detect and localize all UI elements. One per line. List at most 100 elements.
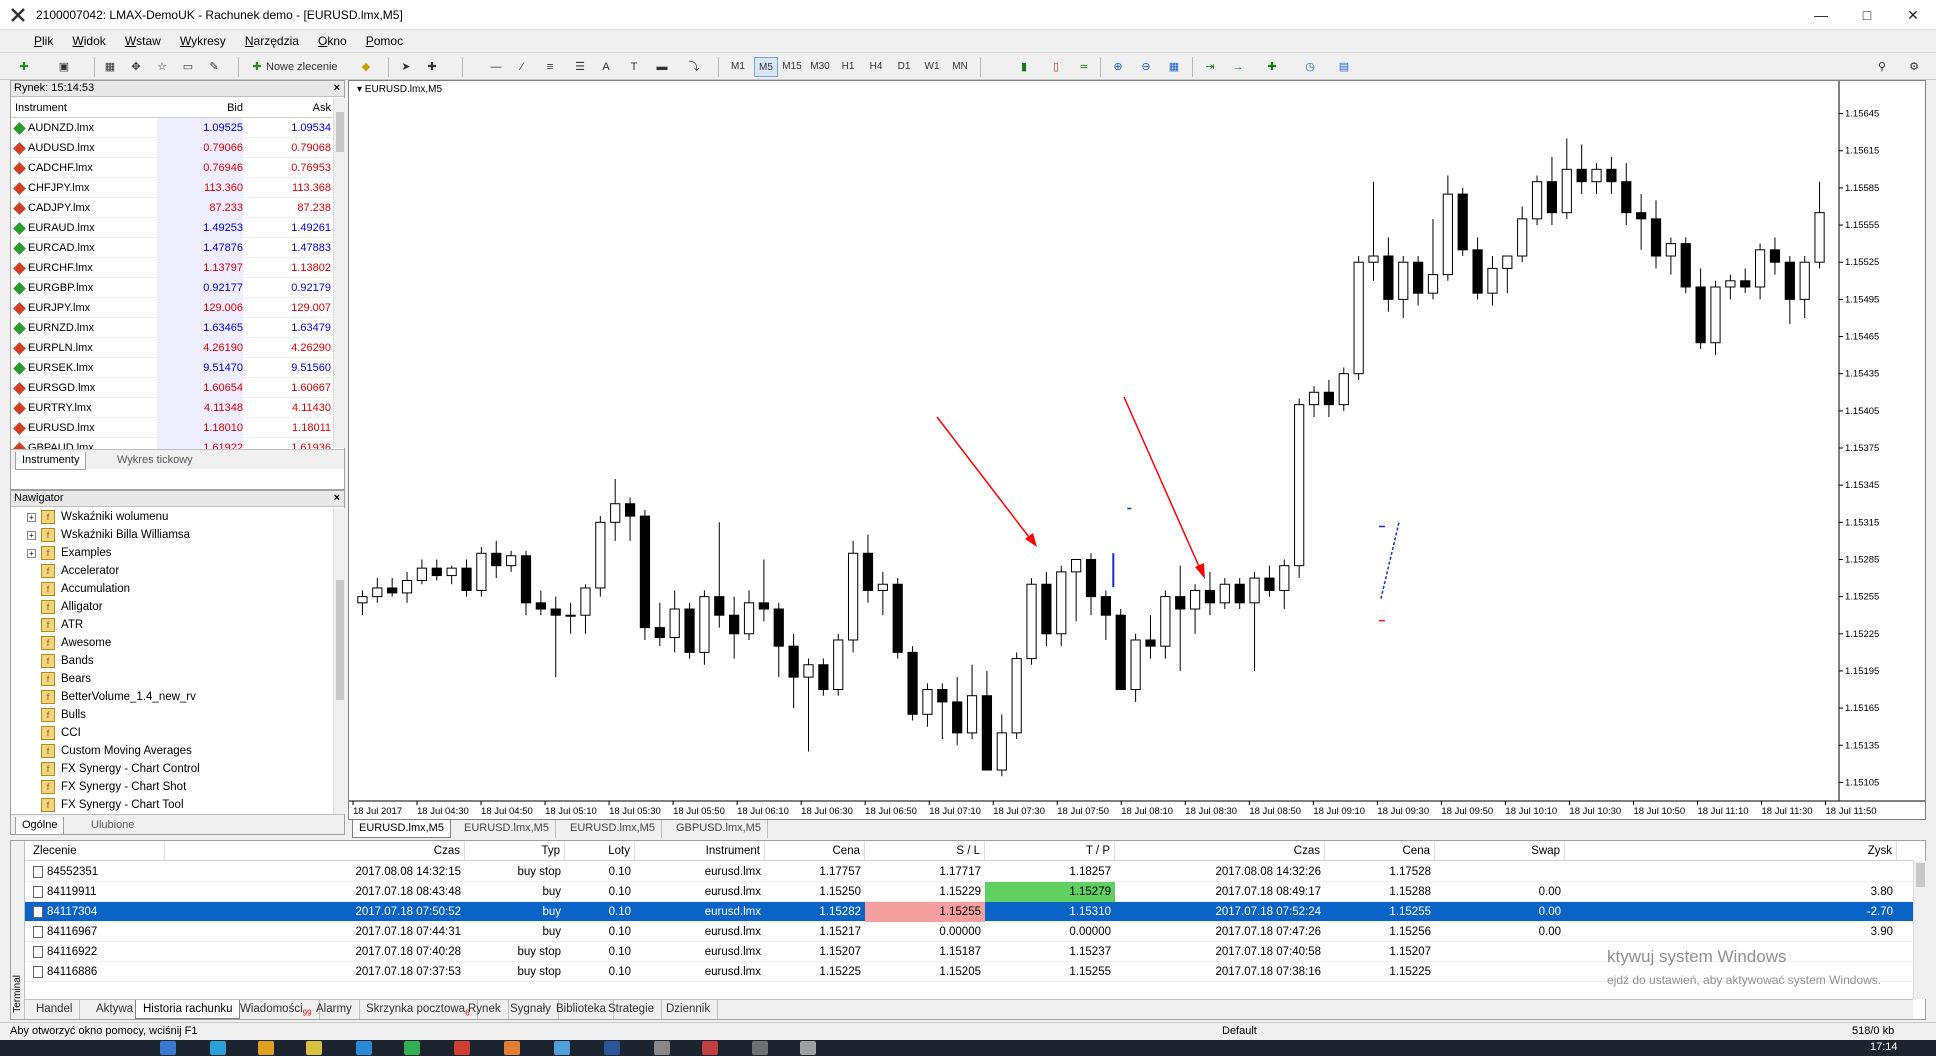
navigator-item[interactable]: f Bands: [41, 652, 94, 670]
market-row[interactable]: EURUSD.lmx 1.18010 1.18011: [11, 418, 333, 438]
tf-mn[interactable]: MN: [948, 57, 972, 77]
history-col-header[interactable]: Zysk: [1565, 841, 1897, 861]
fibonacci-icon[interactable]: ☰: [570, 57, 590, 77]
minimize-button[interactable]: —: [1798, 0, 1844, 30]
history-col-header[interactable]: Czas: [1115, 841, 1325, 861]
navigator-item[interactable]: f Custom Moving Averages: [41, 742, 192, 760]
market-row[interactable]: EURJPY.lmx 129.006 129.007: [11, 298, 333, 318]
tf-d1[interactable]: D1: [892, 57, 916, 77]
navigator-item[interactable]: f FX Synergy - Chart Control: [41, 760, 200, 778]
navigator-scrollbar[interactable]: [333, 508, 345, 814]
history-col-header[interactable]: Loty: [565, 841, 635, 861]
navigator-item[interactable]: f Accelerator: [41, 562, 119, 580]
navigator-item[interactable]: + f Wskaźniki wolumenu: [27, 508, 168, 526]
market-watch-icon[interactable]: ▦: [100, 57, 120, 77]
terminal-scrollbar[interactable]: [1913, 861, 1926, 999]
expand-icon[interactable]: +: [27, 513, 36, 522]
taskbar-app-icon[interactable]: [258, 1041, 274, 1055]
history-row[interactable]: 84552351 2017.08.08 14:32:15 buy stop 0.10 e…: [25, 862, 1913, 882]
strategy-tester-icon[interactable]: ✎: [204, 57, 224, 77]
market-row[interactable]: EURTRY.lmx 4.11348 4.11430: [11, 398, 333, 418]
market-row[interactable]: AUDNZD.lmx 1.09525 1.09534: [11, 118, 333, 138]
chart-shift-icon[interactable]: ⇥: [1200, 57, 1220, 77]
history-col-header[interactable]: Cena: [1325, 841, 1435, 861]
taskbar-app-icon[interactable]: [306, 1041, 322, 1055]
tab-wykres-tickowy[interactable]: Wykres tickowy: [111, 452, 199, 470]
taskbar-app-icon[interactable]: [554, 1041, 570, 1055]
tf-m30[interactable]: M30: [808, 57, 832, 77]
taskbar-app-icon[interactable]: [752, 1041, 768, 1055]
chart-window[interactable]: ▾ EURUSD.lmx,M5 1.15645 1.15615 1.15585 1.15…: [348, 80, 1926, 820]
new-order-icon[interactable]: ✚: [246, 57, 268, 77]
terminal-tab[interactable]: Skrzynka pocztowa6: [359, 1000, 478, 1019]
price-chart[interactable]: ▾ EURUSD.lmx,M5 1.15645 1.15615 1.15585 1.15…: [349, 81, 1925, 819]
channel-icon[interactable]: ≡: [540, 57, 560, 77]
tf-w1[interactable]: W1: [920, 57, 944, 77]
col-bid[interactable]: Bid: [157, 98, 243, 118]
market-row[interactable]: EURGBP.lmx 0.92177 0.92179: [11, 278, 333, 298]
close-icon[interactable]: ×: [334, 491, 340, 506]
navigator-item[interactable]: f Bulls: [41, 706, 86, 724]
data-window-icon[interactable]: ✥: [126, 57, 146, 77]
taskbar-app-icon[interactable]: [702, 1041, 718, 1055]
taskbar-app-icon[interactable]: [604, 1041, 620, 1055]
market-row[interactable]: EURAUD.lmx 1.49253 1.49261: [11, 218, 333, 238]
market-row[interactable]: CADJPY.lmx 87.233 87.238: [11, 198, 333, 218]
tab-ulubione[interactable]: Ulubione: [85, 817, 140, 835]
chart-tab-4[interactable]: GBPUSD.lmx,M5: [670, 820, 768, 838]
history-row[interactable]: 84119911 2017.07.18 08:43:48 buy 0.10 eurusd…: [25, 882, 1913, 902]
tile-windows-icon[interactable]: ▦: [1164, 57, 1184, 77]
tab-instrumenty[interactable]: Instrumenty: [15, 452, 87, 470]
taskbar-app-icon[interactable]: [504, 1041, 520, 1055]
history-col-header[interactable]: Typ: [465, 841, 565, 861]
market-row[interactable]: CADCHF.lmx 0.76946 0.76953: [11, 158, 333, 178]
menu-pomoc[interactable]: Pomoc: [358, 30, 411, 52]
taskbar-app-icon[interactable]: [800, 1041, 816, 1055]
history-col-header[interactable]: S / L: [865, 841, 985, 861]
terminal-icon[interactable]: ▭: [178, 57, 198, 77]
maximize-button[interactable]: □: [1844, 0, 1890, 30]
text-icon[interactable]: A: [596, 57, 616, 77]
shapes-icon[interactable]: ▬: [652, 57, 672, 77]
terminal-tab[interactable]: Alarmy: [309, 1000, 360, 1019]
terminal-tab[interactable]: Aktywa: [89, 1000, 142, 1019]
menu-wykresy[interactable]: Wykresy: [172, 30, 234, 52]
autotrading-icon[interactable]: ◆: [356, 57, 376, 77]
new-chart-icon[interactable]: ✚: [14, 57, 34, 77]
navigator-item[interactable]: f Bears: [41, 670, 91, 688]
line-chart-icon[interactable]: ≃: [1074, 57, 1094, 77]
navigator-item[interactable]: + f Wskaźniki Billa Williamsa: [27, 526, 190, 544]
bar-chart-icon[interactable]: ▮: [1014, 57, 1034, 77]
market-row[interactable]: EURSEK.lmx 9.51470 9.51560: [11, 358, 333, 378]
menu-wstaw[interactable]: Wstaw: [117, 30, 169, 52]
tf-h4[interactable]: H4: [864, 57, 888, 77]
taskbar-app-icon[interactable]: [160, 1041, 176, 1055]
taskbar-app-icon[interactable]: [454, 1041, 470, 1055]
new-order-button[interactable]: Nowe zlecenie: [266, 57, 350, 77]
periods-icon[interactable]: ◷: [1300, 57, 1320, 77]
horizontal-line-icon[interactable]: —: [486, 57, 506, 77]
terminal-tab[interactable]: Handel: [29, 1000, 81, 1019]
navigator-item[interactable]: + f Examples: [27, 544, 112, 562]
menu-plik[interactable]: Plik: [26, 30, 61, 52]
candlestick-icon[interactable]: ▯: [1046, 57, 1066, 77]
col-ask[interactable]: Ask: [247, 98, 331, 118]
tf-h1[interactable]: H1: [836, 57, 860, 77]
menu-widok[interactable]: Widok: [64, 30, 113, 52]
expand-icon[interactable]: +: [27, 531, 36, 540]
chart-tab-1[interactable]: EURUSD.lmx,M5: [352, 820, 451, 838]
terminal-tab[interactable]: Dziennik: [659, 1000, 719, 1019]
history-col-header[interactable]: Cena: [765, 841, 865, 861]
tab-ogolne[interactable]: Ogólne: [15, 817, 65, 835]
indicators-icon[interactable]: ✚: [1262, 57, 1282, 77]
close-icon[interactable]: ×: [334, 81, 340, 96]
terminal-tab[interactable]: Strategie: [601, 1000, 663, 1019]
tf-m15[interactable]: M15: [780, 57, 804, 77]
settings-icon[interactable]: ⚙: [1904, 57, 1924, 77]
history-col-header[interactable]: Instrument: [635, 841, 765, 861]
navigator-item[interactable]: f ATR: [41, 616, 83, 634]
terminal-tab[interactable]: Rynek: [461, 1000, 509, 1019]
tf-m1[interactable]: M1: [726, 57, 750, 77]
navigator-item[interactable]: f CCI: [41, 724, 81, 742]
history-col-header[interactable]: T / P: [985, 841, 1115, 861]
